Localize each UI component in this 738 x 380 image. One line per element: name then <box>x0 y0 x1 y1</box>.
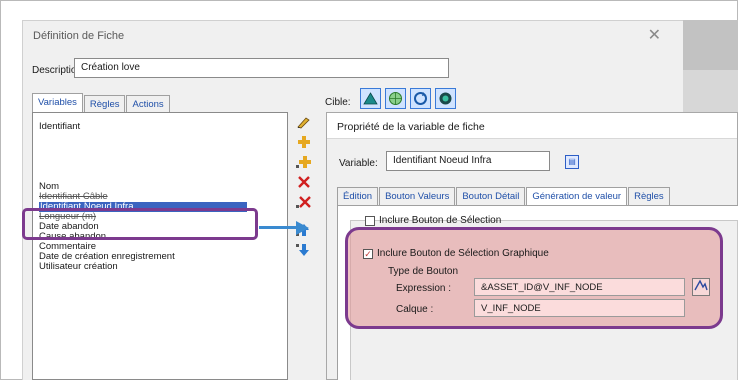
selected-variable-highlight <box>22 208 258 240</box>
add-icon[interactable] <box>294 135 314 151</box>
include-selection-checkbox[interactable] <box>365 215 375 226</box>
tab-bouton-detail[interactable]: Bouton Détail <box>456 187 526 205</box>
variable-label: Variable: <box>339 158 378 169</box>
button-type-label: Type de Bouton <box>388 266 459 277</box>
tab-generation-valeur[interactable]: Génération de valeur <box>526 187 628 205</box>
include-graphic-checkbox[interactable]: ✓ <box>363 248 373 259</box>
tab-variables[interactable]: Variables <box>32 93 83 113</box>
expression-label: Expression : <box>396 283 452 294</box>
tab-regles[interactable]: Règles <box>83 95 126 113</box>
include-graphic-row[interactable]: ✓ Inclure Bouton de Sélection Graphique <box>363 248 549 259</box>
delete-icon[interactable] <box>294 175 314 191</box>
globe-icon[interactable] <box>385 88 406 109</box>
move-down-icon[interactable] <box>294 243 314 259</box>
background-window-block <box>683 20 738 70</box>
properties-tabs: Édition Bouton Valeurs Bouton Détail Gén… <box>337 187 671 205</box>
description-input[interactable]: Création love <box>74 58 449 78</box>
calque-field[interactable]: V_INF_NODE <box>474 299 685 317</box>
cible-label: Cible: <box>325 97 351 108</box>
refresh-icon[interactable] <box>410 88 431 109</box>
arrow-head <box>296 221 309 235</box>
node-icon[interactable] <box>435 88 456 109</box>
arrow-line <box>259 226 299 229</box>
add-child-icon[interactable] <box>294 155 314 171</box>
variables-list-panel[interactable]: Identifiant Nom Identifiant Câble Identi… <box>32 112 288 380</box>
list-item[interactable]: Utilisateur création <box>39 262 247 272</box>
include-graphic-label: Inclure Bouton de Sélection Graphique <box>377 248 549 259</box>
variable-field[interactable]: Identifiant Noeud Infra <box>386 151 550 171</box>
close-icon[interactable]: ✕ <box>648 25 661 44</box>
definition-tabs: Variables Règles Actions <box>32 93 171 113</box>
cible-icons <box>360 88 456 109</box>
edit-icon[interactable] <box>294 115 314 131</box>
calque-label: Calque : <box>396 304 434 315</box>
triangle-icon[interactable] <box>360 88 381 109</box>
graphic-selection-highlight: ✓ Inclure Bouton de Sélection Graphique … <box>345 227 723 329</box>
tab-bouton-valeurs[interactable]: Bouton Valeurs <box>379 187 456 205</box>
list-item-identifiant[interactable]: Identifiant <box>39 122 247 132</box>
include-selection-row[interactable]: Inclure Bouton de Sélection <box>365 215 501 226</box>
tab-actions[interactable]: Actions <box>126 95 170 113</box>
expression-builder-icon[interactable] <box>692 278 710 296</box>
expression-field[interactable]: &ASSET_ID@V_INF_NODE <box>474 278 685 296</box>
tab-edition[interactable]: Édition <box>337 187 379 205</box>
variable-picker-icon[interactable]: ▤ <box>565 155 579 169</box>
properties-dialog-title: Propriété de la variable de fiche <box>337 121 485 133</box>
include-selection-label: Inclure Bouton de Sélection <box>379 215 502 226</box>
properties-title-bar: Propriété de la variable de fiche <box>327 113 737 139</box>
delete-all-icon[interactable] <box>294 195 314 211</box>
tab-regles[interactable]: Règles <box>628 187 670 205</box>
dialog-title: Définition de Fiche <box>33 30 125 42</box>
variables-list: Identifiant Nom Identifiant Câble Identi… <box>39 122 247 272</box>
